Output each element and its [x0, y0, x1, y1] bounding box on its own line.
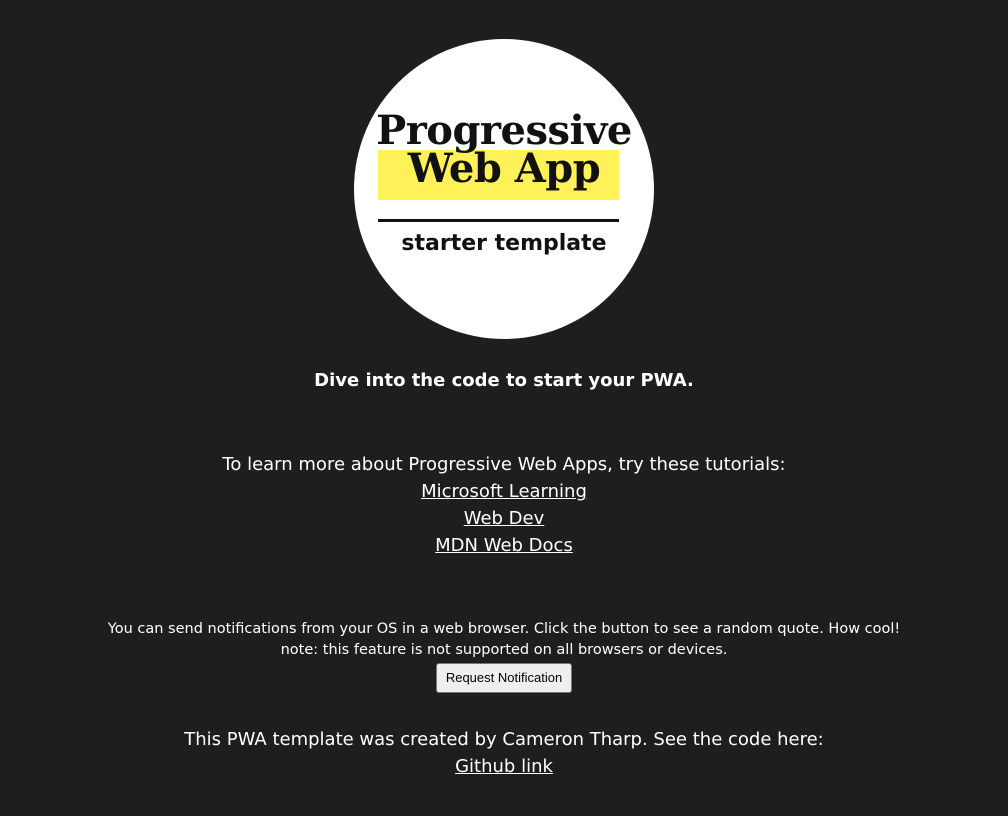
- credit-section: This PWA template was created by Cameron…: [0, 726, 1008, 780]
- github-link[interactable]: Github link: [455, 753, 553, 780]
- notification-description: You can send notifications from your OS …: [107, 621, 901, 637]
- tutorials-section: To learn more about Progressive Web Apps…: [0, 451, 1008, 559]
- tutorials-intro: To learn more about Progressive Web Apps…: [222, 454, 786, 475]
- credit-text: This PWA template was created by Cameron…: [184, 729, 824, 750]
- link-web-dev[interactable]: Web Dev: [464, 505, 545, 532]
- link-mdn-web-docs[interactable]: MDN Web Docs: [435, 532, 573, 559]
- logo-subtitle: starter template: [401, 231, 607, 256]
- logo-title-line2: Web App: [407, 145, 601, 192]
- request-notification-button[interactable]: Request Notification: [435, 663, 573, 693]
- notification-note: note: this feature is not supported on a…: [280, 642, 728, 658]
- link-microsoft-learning[interactable]: Microsoft Learning: [421, 478, 587, 505]
- notification-section: You can send notifications from your OS …: [0, 619, 1008, 693]
- page: Progressive Web App starter template Div…: [0, 0, 1008, 816]
- logo-divider: [378, 219, 619, 222]
- tagline: Dive into the code to start your PWA.: [314, 370, 694, 391]
- pwa-logo: Progressive Web App starter template: [354, 39, 654, 339]
